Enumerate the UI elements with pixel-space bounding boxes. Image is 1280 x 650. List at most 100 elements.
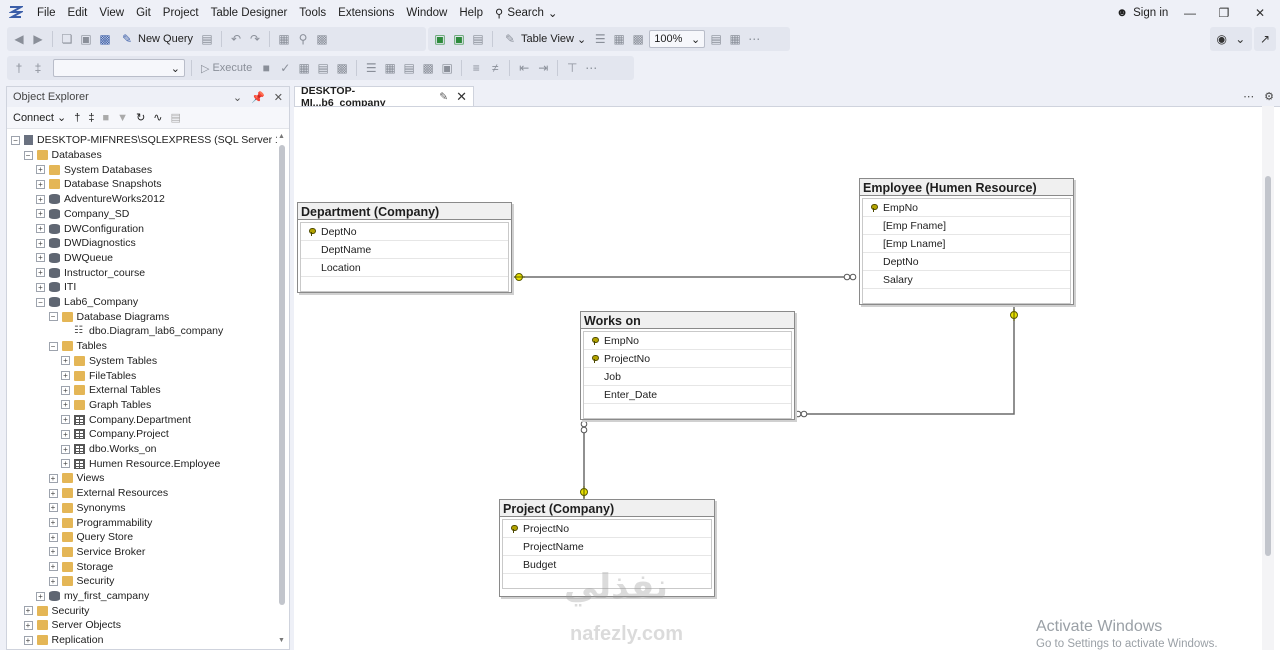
tree-node[interactable]: − DESKTOP-MIFNRES\SQLEXPRESS (SQL Server … xyxy=(11,133,277,148)
expand-icon[interactable]: + xyxy=(48,547,58,557)
sign-in-button[interactable]: ☻ Sign in xyxy=(1116,0,1168,26)
expand-icon[interactable]: + xyxy=(48,576,58,586)
tree-node[interactable]: + dbo.Works_on xyxy=(61,442,157,457)
menu-item-help[interactable]: Help xyxy=(453,0,489,26)
query-designer-icon[interactable]: ▤ xyxy=(315,60,331,76)
expand-icon[interactable]: + xyxy=(61,415,70,425)
tree-node[interactable]: + System Tables xyxy=(61,354,157,369)
tree-node[interactable]: + Query Store xyxy=(48,530,133,545)
more-icon[interactable]: ⋯ xyxy=(746,31,762,47)
collapse-icon[interactable]: − xyxy=(48,341,58,351)
diagram-vertical-scrollbar[interactable] xyxy=(1262,106,1274,650)
tree-node[interactable]: + Programmability xyxy=(48,515,152,530)
redo-icon[interactable]: ↷ xyxy=(247,31,263,47)
execute-button[interactable]: ▷ Execute xyxy=(198,62,255,75)
specify-values-icon[interactable]: ⊤ xyxy=(564,60,580,76)
tree-node[interactable]: + Database Snapshots xyxy=(36,177,161,192)
filter-icon[interactable]: ▼ xyxy=(117,112,128,124)
tree-node[interactable]: + Replication xyxy=(23,633,103,648)
table-column[interactable]: ProjectNo xyxy=(503,520,711,538)
include-plan-icon[interactable]: ☰ xyxy=(363,60,379,76)
delete-table-icon[interactable]: ▤ xyxy=(470,31,486,47)
diagram-canvas[interactable]: Department (Company) DeptNo DeptName Locat… xyxy=(294,106,1280,650)
expand-icon[interactable]: + xyxy=(61,459,70,469)
expand-icon[interactable]: + xyxy=(48,488,58,498)
arrange-tables-icon[interactable]: ☰ xyxy=(592,31,608,47)
tree-node[interactable]: ☷ dbo.Diagram_lab6_company xyxy=(61,324,223,339)
relationship-employee-works-on[interactable] xyxy=(794,307,1018,418)
restore-icon[interactable]: ❐ xyxy=(1214,0,1234,26)
expand-icon[interactable]: + xyxy=(48,503,58,513)
tree-node[interactable]: + Humen Resource.Employee xyxy=(61,456,220,471)
pin-icon[interactable]: ✎ xyxy=(439,91,448,103)
expand-icon[interactable]: + xyxy=(36,253,45,263)
expand-icon[interactable]: + xyxy=(61,385,70,395)
relationship-works-on-project[interactable] xyxy=(580,420,588,499)
expand-icon[interactable]: + xyxy=(61,371,70,381)
table-column[interactable]: Job xyxy=(584,368,791,386)
expand-icon[interactable]: + xyxy=(48,562,58,572)
zoom-select[interactable]: 100% ⌄ xyxy=(649,30,706,48)
tree-node[interactable]: − Database Diagrams xyxy=(48,309,169,324)
expand-icon[interactable]: + xyxy=(36,591,45,601)
expand-icon[interactable]: + xyxy=(36,224,45,234)
menu-item-window[interactable]: Window xyxy=(400,0,453,26)
tree-node[interactable]: + Graph Tables xyxy=(61,398,151,413)
table-column[interactable]: Salary xyxy=(863,271,1070,289)
add-related-tables-icon[interactable]: ▣ xyxy=(451,31,467,47)
table-employee[interactable]: Employee (Humen Resource) EmpNo [Emp Fnam… xyxy=(859,178,1074,305)
tree-node[interactable]: + Company.Department xyxy=(61,412,191,427)
tree-node[interactable]: + Service Broker xyxy=(48,545,145,560)
page-breaks-icon[interactable]: ▦ xyxy=(727,31,743,47)
tree-node[interactable]: − Databases xyxy=(23,148,102,163)
more-icon[interactable]: ⋯ xyxy=(583,60,599,76)
tree-node[interactable]: − Tables xyxy=(48,339,107,354)
scroll-down-icon[interactable]: ▼ xyxy=(278,637,285,644)
settings-gear-icon[interactable]: ⚙ xyxy=(1264,90,1274,103)
close-icon[interactable]: ✕ xyxy=(1250,0,1270,26)
estimated-plan-icon[interactable]: ▦ xyxy=(296,60,312,76)
uncomment-icon[interactable]: ≠ xyxy=(487,60,503,76)
scrollbar-thumb[interactable] xyxy=(1265,176,1271,556)
table-column[interactable]: [Emp Lname] xyxy=(863,235,1070,253)
table-column[interactable]: EmpNo xyxy=(863,199,1070,217)
stop-icon[interactable]: ■ xyxy=(258,60,274,76)
decrease-indent-icon[interactable]: ⇤ xyxy=(516,60,532,76)
tree-node[interactable]: + Synonyms xyxy=(48,501,126,516)
close-icon[interactable]: ✕ xyxy=(274,91,283,104)
save-all-icon[interactable]: ▩ xyxy=(97,31,113,47)
expand-icon[interactable]: + xyxy=(23,635,33,645)
table-column[interactable]: DeptNo xyxy=(301,223,508,241)
chevron-down-icon[interactable]: ⌄ xyxy=(1233,31,1249,47)
autosize-icon[interactable]: ▩ xyxy=(630,31,646,47)
tree-node[interactable]: + my_first_campany xyxy=(36,589,149,604)
expand-icon[interactable]: + xyxy=(36,179,45,189)
menu-item-file[interactable]: File xyxy=(31,0,62,26)
menu-item-project[interactable]: Project xyxy=(157,0,205,26)
expand-icon[interactable]: + xyxy=(48,518,58,528)
results-file-icon[interactable]: ▣ xyxy=(439,60,455,76)
tab-overflow-icon[interactable]: ⋯ xyxy=(1243,90,1254,103)
expand-icon[interactable]: + xyxy=(61,429,70,439)
tree-node[interactable]: + Instructor_course xyxy=(36,265,145,280)
collapse-icon[interactable]: − xyxy=(36,297,45,307)
save-icon[interactable]: ▣ xyxy=(78,31,94,47)
table-column[interactable]: ProjectNo xyxy=(584,350,791,368)
tree-node[interactable]: + Security xyxy=(23,603,89,618)
activity-icon[interactable]: ∿ xyxy=(153,111,162,124)
tree-node[interactable]: + System Databases xyxy=(36,162,152,177)
disconnect-plug-icon[interactable]: ‡ xyxy=(88,112,94,124)
expand-icon[interactable]: + xyxy=(61,400,70,410)
expand-icon[interactable]: + xyxy=(48,532,58,542)
tree-node[interactable]: + DWConfiguration xyxy=(36,221,144,236)
minimize-icon[interactable]: — xyxy=(1180,0,1200,26)
tab-diagram[interactable]: DESKTOP-MI...b6_company ✎ ✕ xyxy=(294,85,474,109)
share-icon[interactable]: ↗ xyxy=(1258,31,1272,47)
connect-plug-icon[interactable]: † xyxy=(74,112,80,124)
activity-monitor-icon[interactable]: ▦ xyxy=(276,31,292,47)
tree-node[interactable]: + External Resources xyxy=(48,486,168,501)
expand-icon[interactable]: + xyxy=(48,473,58,483)
close-tab-icon[interactable]: ✕ xyxy=(456,89,467,105)
menu-item-extensions[interactable]: Extensions xyxy=(332,0,400,26)
table-column[interactable]: Location xyxy=(301,259,508,277)
